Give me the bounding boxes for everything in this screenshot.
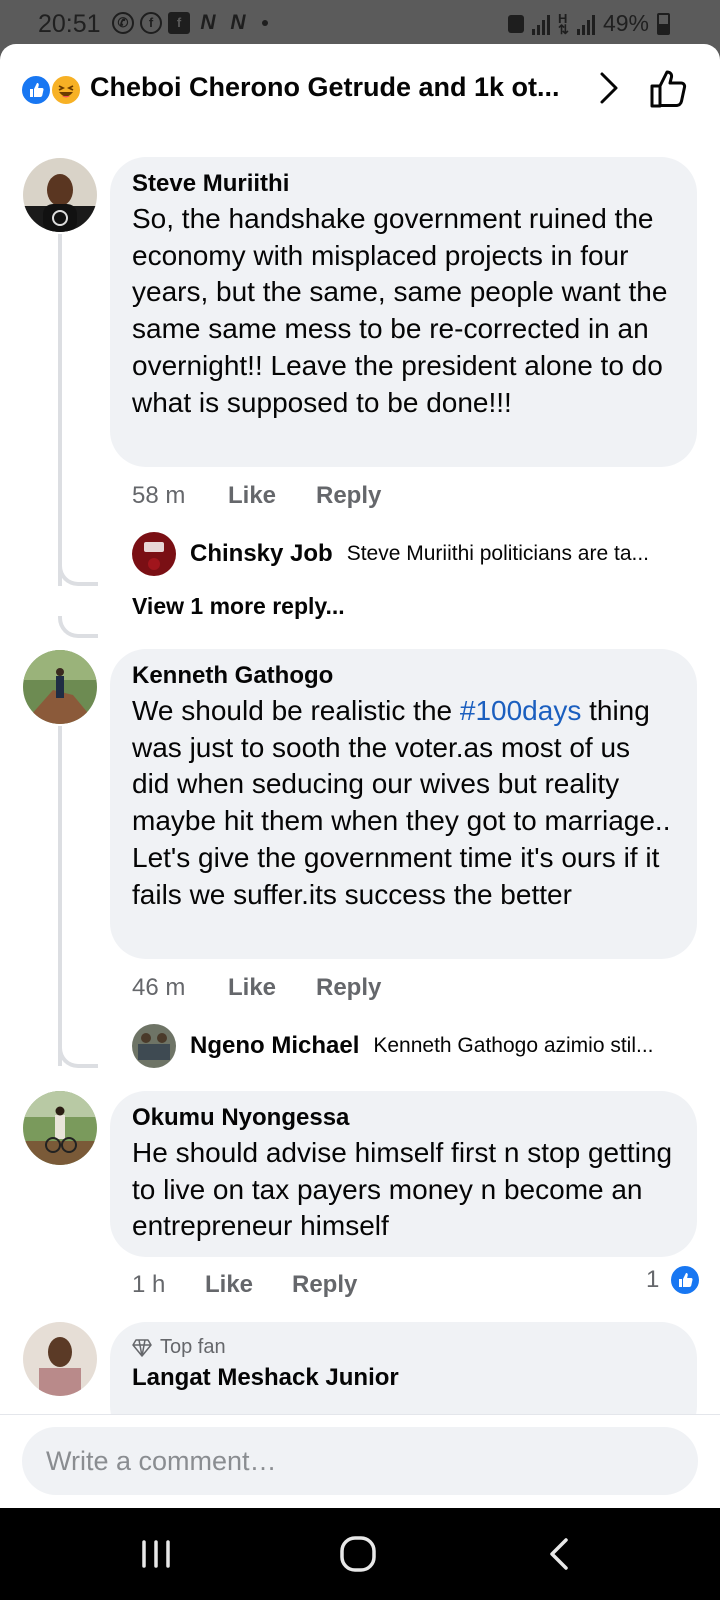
- whatsapp-icon: ✆: [112, 12, 134, 34]
- like-button[interactable]: Like: [205, 1271, 253, 1299]
- reply-preview[interactable]: Chinsky Job Steve Muriithi politicians a…: [132, 532, 697, 576]
- comment-bubble[interactable]: Top fan Langat Meshack Junior: [110, 1322, 697, 1414]
- notification-icons: ✆ f f N N: [112, 12, 268, 34]
- comment-bubble[interactable]: Okumu Nyongessa He should advise himself…: [110, 1091, 697, 1257]
- comment-time: 58 m: [132, 482, 186, 509]
- signal-icon: [576, 13, 595, 35]
- comment-bubble[interactable]: Kenneth Gathogo We should be realistic t…: [110, 649, 697, 959]
- reply-button[interactable]: Reply: [316, 482, 381, 510]
- reply-preview[interactable]: Ngeno Michael Kenneth Gathogo azimio sti…: [132, 1024, 693, 1068]
- comment-list[interactable]: Steve Muriithi So, the handshake governm…: [0, 44, 720, 1414]
- system-icons: H ⇅ 49%: [508, 10, 670, 37]
- avatar-steve-muriithi[interactable]: [23, 158, 97, 232]
- hashtag-link[interactable]: #100days: [460, 695, 581, 726]
- top-fan-badge: Top fan: [132, 1336, 675, 1359]
- avatar-kenneth-gathogo[interactable]: [23, 650, 97, 724]
- comment-author[interactable]: Langat Meshack Junior: [132, 1363, 675, 1393]
- thread-connector: [58, 1046, 98, 1068]
- battery-percent: 49%: [602, 10, 649, 36]
- avatar-okumu-nyongessa[interactable]: [23, 1091, 97, 1165]
- comments-sheet: Cheboi Cherono Getrude and 1k ot... Stev…: [0, 44, 720, 1508]
- like-button[interactable]: Like: [228, 482, 276, 510]
- thread-line: [58, 726, 62, 1066]
- reaction-count[interactable]: 1: [646, 1264, 702, 1296]
- data-icon: H ⇅: [558, 10, 569, 37]
- view-more-replies[interactable]: View 1 more reply...: [132, 593, 345, 620]
- comment-time: 1 h: [132, 1271, 166, 1298]
- reply-author[interactable]: Chinsky Job: [190, 540, 333, 568]
- lock-icon: [508, 14, 525, 33]
- top-fan-label: Top fan: [160, 1336, 226, 1358]
- avatar-ngeno-michael[interactable]: [132, 1024, 176, 1068]
- signal-icon: [532, 13, 551, 35]
- comment-author[interactable]: Steve Muriithi: [132, 169, 675, 199]
- back-icon[interactable]: [536, 1530, 584, 1578]
- nn-icon: N: [230, 11, 246, 34]
- comment-author[interactable]: Kenneth Gathogo: [132, 661, 675, 691]
- like-reaction-icon: [669, 1264, 702, 1296]
- recent-apps-icon[interactable]: [132, 1530, 180, 1578]
- like-button[interactable]: Like: [228, 974, 276, 1002]
- comment-time: 46 m: [132, 974, 186, 1001]
- reaction-count-number: 1: [646, 1266, 660, 1293]
- comment-text: We should be realistic the #100days thin…: [132, 693, 675, 913]
- status-bar: 20:51 ✆ f f N N H ⇅ 49%: [0, 0, 720, 50]
- reply-text: Kenneth Gathogo azimio stil...: [373, 1034, 654, 1057]
- avatar-langat-meshack-junior[interactable]: [23, 1322, 97, 1396]
- comment-text-rest: thing was just to sooth the voter.as mos…: [132, 695, 671, 910]
- reply-button[interactable]: Reply: [316, 974, 381, 1002]
- notification-dot: [262, 20, 268, 26]
- avatar-chinsky-job[interactable]: [132, 532, 176, 576]
- nn-icon: N: [200, 11, 216, 34]
- thread-line: [58, 234, 62, 586]
- system-navigation-bar: [0, 1508, 720, 1600]
- status-time: 20:51: [38, 10, 101, 38]
- home-icon[interactable]: [334, 1530, 382, 1578]
- thread-connector: [58, 616, 98, 638]
- reply-author[interactable]: Ngeno Michael: [190, 1032, 359, 1060]
- comment-text-start: We should be realistic the: [132, 695, 460, 726]
- reply-text: Steve Muriithi politicians are ta...: [346, 542, 649, 565]
- haha-reaction-icon: [50, 74, 82, 106]
- comment-text: He should advise himself first n stop ge…: [132, 1137, 673, 1242]
- like-reaction-icon: [20, 74, 52, 106]
- battery-icon: [657, 12, 670, 35]
- thread-connector: [58, 564, 98, 586]
- reply-button[interactable]: Reply: [292, 1271, 357, 1299]
- comment-bubble[interactable]: Steve Muriithi So, the handshake governm…: [110, 157, 697, 467]
- comment-author[interactable]: Okumu Nyongessa: [132, 1103, 675, 1133]
- comment-text: So, the handshake government ruined the …: [132, 203, 668, 418]
- facebook-icon: f: [168, 12, 190, 34]
- comment-input[interactable]: Write a comment…: [22, 1427, 698, 1495]
- diamond-icon: [132, 1338, 152, 1357]
- composer-bar: Write a comment…: [0, 1414, 720, 1508]
- facebook-messenger-icon: f: [140, 12, 162, 34]
